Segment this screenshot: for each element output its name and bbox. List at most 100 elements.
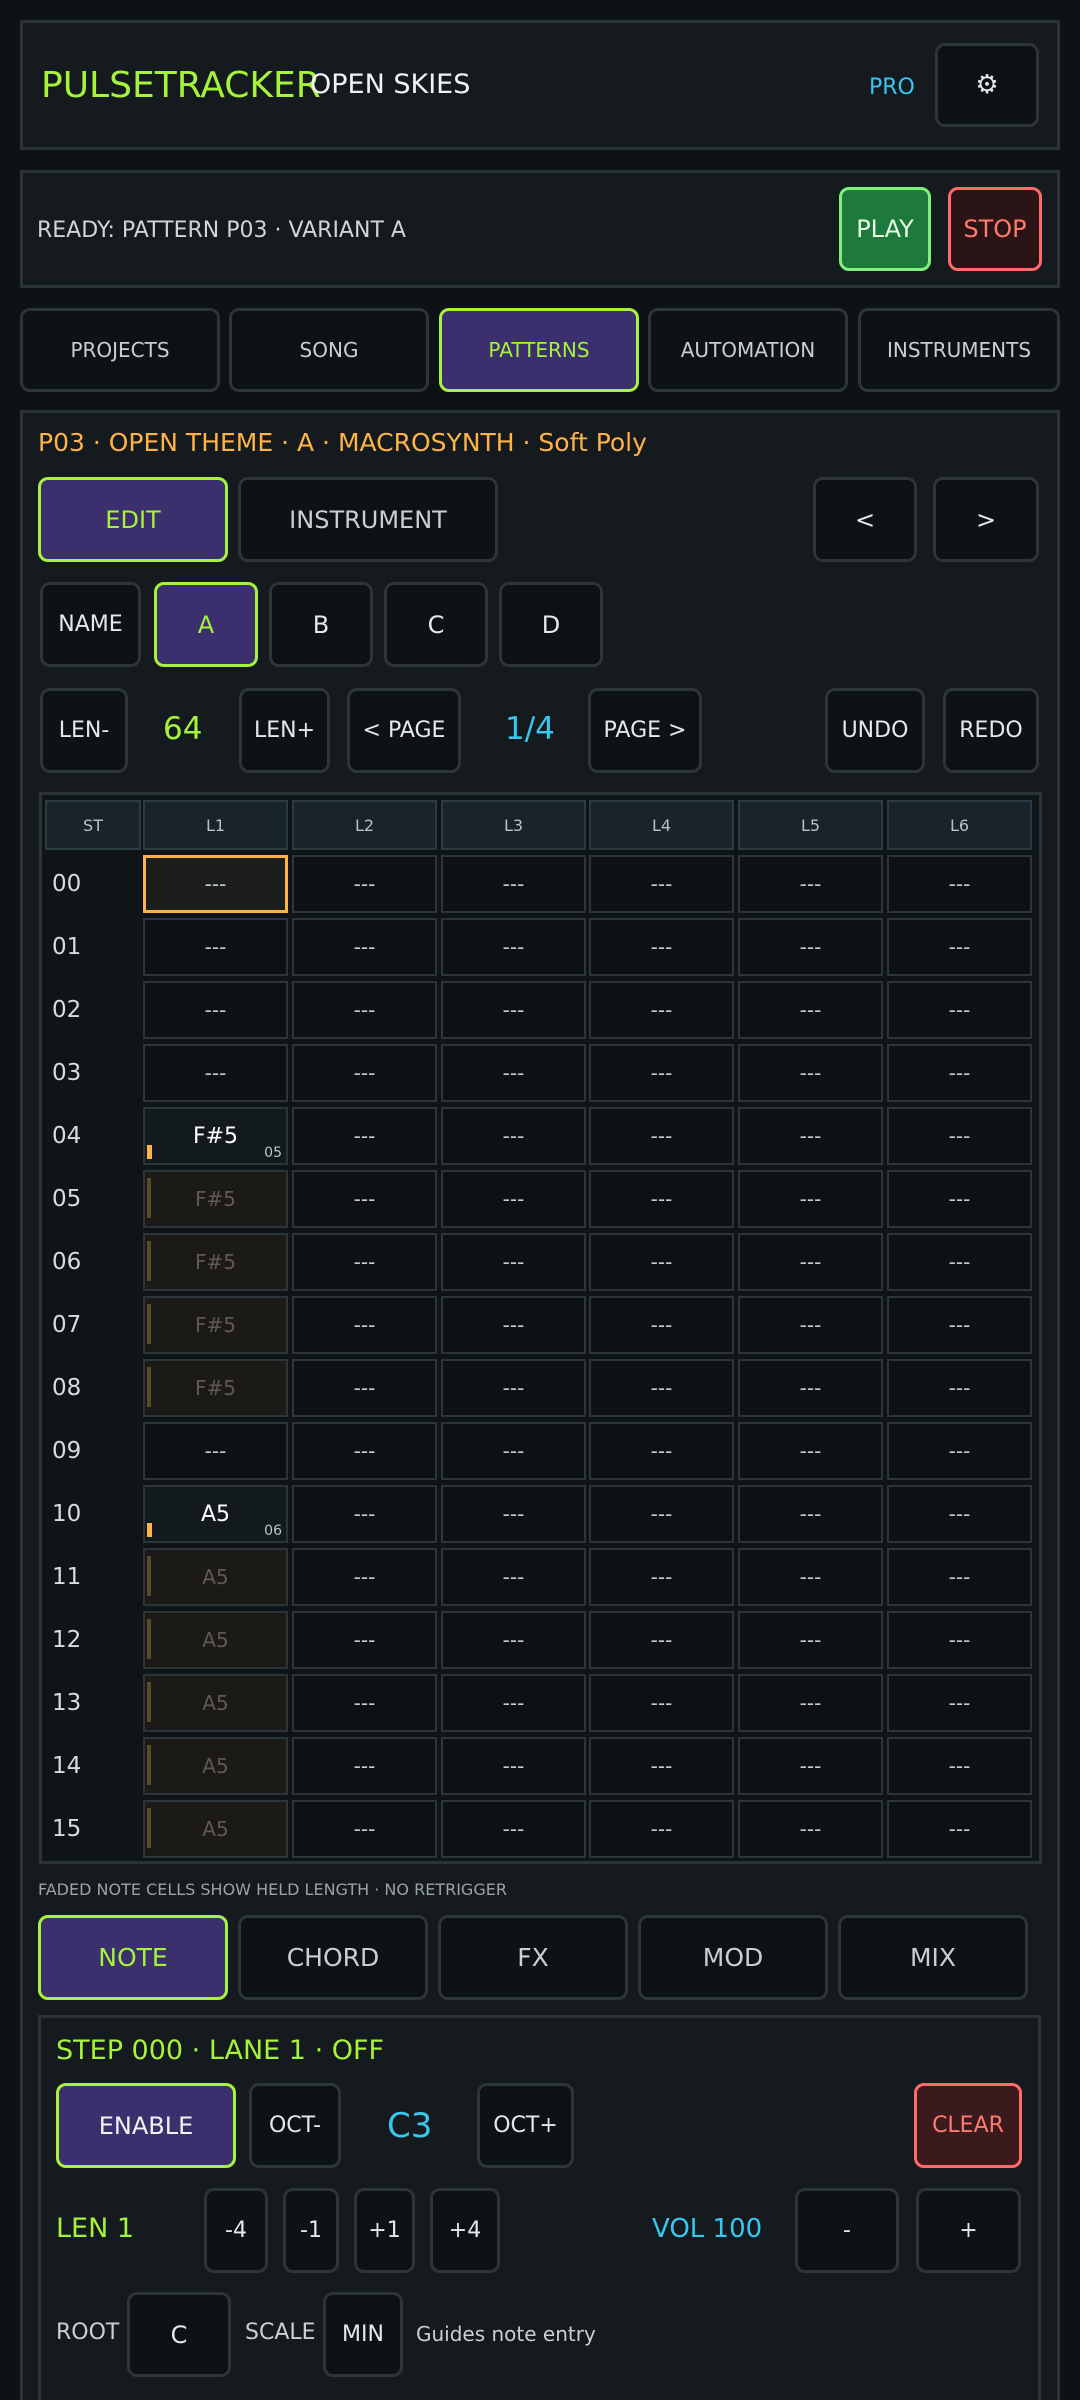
grid-cell[interactable]: --- (292, 1800, 437, 1858)
tab-patterns[interactable]: PATTERNS (439, 308, 639, 392)
grid-cell[interactable]: --- (589, 855, 734, 913)
play-button[interactable]: PLAY (839, 187, 931, 271)
grid-cell[interactable]: --- (738, 1170, 883, 1228)
mode-fx[interactable]: FX (438, 1915, 628, 2000)
variant-a-button[interactable]: A (154, 582, 258, 667)
grid-cell[interactable]: --- (589, 1422, 734, 1480)
grid-cell[interactable]: A5 (143, 1674, 288, 1732)
grid-cell[interactable]: --- (292, 1170, 437, 1228)
grid-cell[interactable]: --- (441, 855, 586, 913)
page-next-button[interactable]: PAGE > (588, 688, 702, 773)
clear-button[interactable]: CLEAR (914, 2083, 1022, 2168)
mode-mod[interactable]: MOD (638, 1915, 828, 2000)
mode-chord[interactable]: CHORD (238, 1915, 428, 2000)
page-prev-button[interactable]: < PAGE (347, 688, 461, 773)
root-select[interactable]: C (127, 2292, 231, 2377)
grid-cell[interactable]: --- (143, 855, 288, 913)
grid-cell[interactable]: 06 A5 (143, 1485, 288, 1543)
grid-cell[interactable]: A5 (143, 1737, 288, 1795)
grid-cell[interactable]: --- (887, 1359, 1032, 1417)
grid-cell[interactable]: --- (887, 1485, 1032, 1543)
grid-cell[interactable]: F#5 (143, 1296, 288, 1354)
grid-cell[interactable]: --- (441, 1737, 586, 1795)
grid-cell[interactable]: --- (292, 1674, 437, 1732)
grid-cell[interactable]: --- (738, 1485, 883, 1543)
lane-header-1[interactable]: L1 (143, 800, 288, 850)
length-plus-1-button[interactable]: +1 (354, 2188, 415, 2273)
grid-cell[interactable]: --- (887, 1737, 1032, 1795)
grid-cell[interactable]: --- (589, 1170, 734, 1228)
length-minus-4-button[interactable]: -4 (204, 2188, 268, 2273)
grid-cell[interactable]: A5 (143, 1800, 288, 1858)
grid-cell[interactable]: --- (441, 1548, 586, 1606)
grid-cell[interactable]: --- (441, 1107, 586, 1165)
tab-projects[interactable]: PROJECTS (20, 308, 220, 392)
grid-cell[interactable]: --- (589, 981, 734, 1039)
grid-cell[interactable]: --- (887, 1800, 1032, 1858)
grid-cell[interactable]: --- (441, 1296, 586, 1354)
grid-cell[interactable]: --- (292, 1737, 437, 1795)
length-minus-1-button[interactable]: -1 (283, 2188, 339, 2273)
grid-cell[interactable]: --- (292, 1485, 437, 1543)
lane-header-5[interactable]: L5 (738, 800, 883, 850)
length-increase-button[interactable]: LEN+ (239, 688, 330, 773)
grid-cell[interactable]: --- (738, 1674, 883, 1732)
edit-button[interactable]: EDIT (38, 477, 228, 562)
grid-cell[interactable]: --- (887, 981, 1032, 1039)
grid-cell[interactable]: --- (589, 1485, 734, 1543)
length-decrease-button[interactable]: LEN- (40, 688, 128, 773)
grid-cell[interactable]: --- (292, 1296, 437, 1354)
grid-cell[interactable]: --- (589, 1044, 734, 1102)
grid-cell[interactable]: --- (292, 1422, 437, 1480)
grid-cell[interactable]: F#5 (143, 1233, 288, 1291)
lane-header-2[interactable]: L2 (292, 800, 437, 850)
grid-cell[interactable]: --- (589, 1737, 734, 1795)
prev-pattern-button[interactable]: < (813, 477, 917, 562)
grid-cell[interactable]: --- (589, 1800, 734, 1858)
grid-cell[interactable]: --- (738, 1296, 883, 1354)
grid-cell[interactable]: F#5 (143, 1170, 288, 1228)
grid-cell[interactable]: --- (292, 918, 437, 976)
grid-cell[interactable]: --- (292, 855, 437, 913)
volume-up-button[interactable]: + (916, 2188, 1021, 2273)
grid-cell[interactable]: --- (738, 855, 883, 913)
instrument-button[interactable]: INSTRUMENT (238, 477, 498, 562)
grid-cell[interactable]: --- (738, 1800, 883, 1858)
grid-cell[interactable]: --- (589, 1107, 734, 1165)
grid-cell[interactable]: --- (887, 1044, 1032, 1102)
grid-cell[interactable]: --- (738, 1107, 883, 1165)
grid-cell[interactable]: --- (292, 981, 437, 1039)
grid-cell[interactable]: --- (441, 1485, 586, 1543)
grid-cell[interactable]: --- (589, 1548, 734, 1606)
grid-cell[interactable]: --- (441, 1611, 586, 1669)
grid-cell[interactable]: --- (292, 1548, 437, 1606)
grid-cell[interactable]: --- (887, 1422, 1032, 1480)
mode-mix[interactable]: MIX (838, 1915, 1028, 2000)
settings-button[interactable]: ⚙ (935, 43, 1039, 127)
grid-cell[interactable]: --- (589, 1674, 734, 1732)
grid-cell[interactable]: --- (738, 1737, 883, 1795)
scale-select[interactable]: MIN (323, 2292, 403, 2377)
grid-cell[interactable]: --- (738, 1422, 883, 1480)
grid-cell[interactable]: --- (292, 1233, 437, 1291)
lane-header-3[interactable]: L3 (441, 800, 586, 850)
volume-down-button[interactable]: - (795, 2188, 899, 2273)
variant-d-button[interactable]: D (499, 582, 603, 667)
grid-cell[interactable]: --- (887, 1107, 1032, 1165)
grid-cell[interactable]: --- (441, 1800, 586, 1858)
grid-cell[interactable]: --- (143, 918, 288, 976)
tab-automation[interactable]: AUTOMATION (648, 308, 848, 392)
lane-header-4[interactable]: L4 (589, 800, 734, 850)
redo-button[interactable]: REDO (943, 688, 1039, 773)
grid-cell[interactable]: --- (292, 1107, 437, 1165)
grid-cell[interactable]: --- (143, 1422, 288, 1480)
name-button[interactable]: NAME (40, 582, 141, 667)
grid-cell[interactable]: --- (441, 1359, 586, 1417)
variant-b-button[interactable]: B (269, 582, 373, 667)
grid-cell[interactable]: F#5 (143, 1359, 288, 1417)
grid-cell[interactable]: --- (589, 918, 734, 976)
mode-note[interactable]: NOTE (38, 1915, 228, 2000)
octave-up-button[interactable]: OCT+ (477, 2083, 574, 2168)
grid-cell[interactable]: 05 F#5 (143, 1107, 288, 1165)
grid-cell[interactable]: --- (441, 1233, 586, 1291)
